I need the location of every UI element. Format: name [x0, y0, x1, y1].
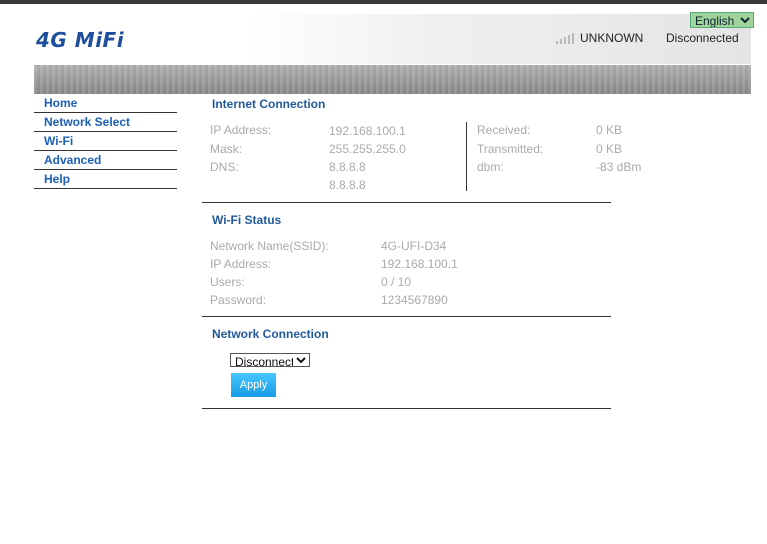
menu-item-network-select[interactable]: Network Select: [34, 113, 177, 132]
password-value: 1234567890: [381, 293, 448, 307]
internet-connection-title: Internet Connection: [212, 97, 326, 111]
wifi-ip-value: 192.168.100.1: [381, 257, 458, 271]
users-value: 0 / 10: [381, 275, 412, 289]
network-connection-title: Network Connection: [212, 327, 329, 341]
logo-text: 4G MiFi: [36, 28, 125, 52]
header-bar: [34, 14, 751, 64]
dns-label: DNS:: [210, 160, 239, 174]
wifi-status-title: Wi-Fi Status: [212, 213, 282, 227]
ssid-value: 4G-UFI-D34: [381, 239, 447, 253]
users-label: Users:: [210, 275, 245, 289]
connection-status-text: Disconnected: [666, 31, 739, 45]
transmitted-label: Transmitted:: [477, 142, 544, 156]
stats-divider: [466, 122, 467, 191]
internet-ip-value: 192.168.100.1: [329, 124, 406, 138]
signal-strength-icon: [556, 33, 574, 44]
connection-mode-select[interactable]: Disconnect: [230, 353, 310, 367]
dbm-label: dbm:: [477, 160, 504, 174]
received-value: 0 KB: [596, 123, 623, 137]
dns-primary-value: 8.8.8.8: [329, 160, 366, 174]
section-divider: [202, 202, 611, 203]
ssid-label: Network Name(SSID):: [210, 239, 329, 253]
section-divider: [202, 316, 611, 317]
internet-ip-label: IP Address:: [210, 123, 272, 137]
wifi-ip-label: IP Address:: [210, 257, 272, 271]
sidebar-menu: Home Network Select Wi-Fi Advanced Help: [34, 94, 177, 189]
menu-item-home[interactable]: Home: [34, 94, 177, 113]
password-label: Password:: [210, 293, 267, 307]
apply-button[interactable]: Apply: [231, 373, 276, 397]
mask-label: Mask:: [210, 142, 243, 156]
logo: 4G MiFi: [34, 14, 131, 64]
menu-item-advanced[interactable]: Advanced: [34, 151, 177, 170]
dns-secondary-value: 8.8.8.8: [329, 178, 366, 192]
menu-item-help[interactable]: Help: [34, 170, 177, 189]
section-divider: [202, 408, 611, 409]
network-status-text: UNKNOWN: [580, 31, 644, 45]
language-select[interactable]: English: [690, 12, 754, 28]
dbm-value: -83 dBm: [596, 160, 642, 174]
transmitted-value: 0 KB: [596, 142, 623, 156]
top-bar: [0, 0, 767, 4]
mask-value: 255.255.255.0: [329, 142, 406, 156]
received-label: Received:: [477, 123, 531, 137]
menu-item-wifi[interactable]: Wi-Fi: [34, 132, 177, 151]
banner: [34, 65, 751, 94]
